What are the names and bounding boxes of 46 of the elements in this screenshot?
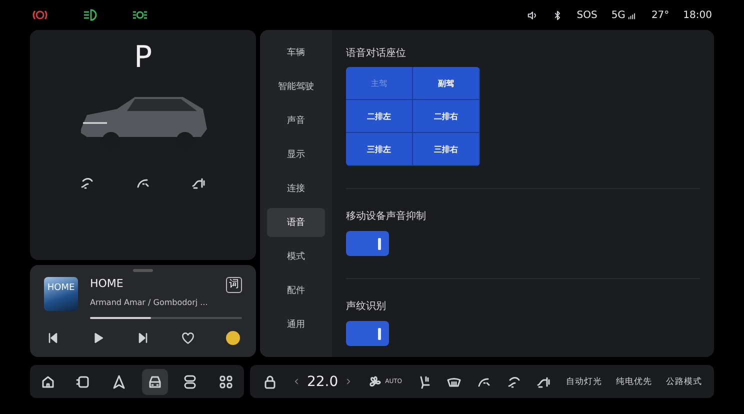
settings-tab[interactable]: 语音 bbox=[267, 208, 325, 237]
door-icon bbox=[75, 374, 92, 390]
settings-tab[interactable]: 模式 bbox=[267, 242, 325, 271]
shortcut-button[interactable]: 纯电优先 bbox=[616, 376, 652, 388]
settings-tab[interactable]: 配件 bbox=[267, 276, 325, 305]
network-label: 5G bbox=[611, 10, 626, 20]
seat-option[interactable]: 三排左 bbox=[346, 133, 413, 166]
lyrics-button[interactable]: 词 bbox=[226, 277, 242, 293]
section-title: 语音对话座位 bbox=[346, 46, 407, 60]
shortcut-button[interactable]: 公路模式 bbox=[666, 376, 702, 388]
navigation-icon bbox=[111, 374, 128, 390]
avatar-circle[interactable] bbox=[226, 331, 240, 345]
next-icon bbox=[136, 331, 150, 345]
car-icon bbox=[146, 374, 163, 390]
seat-option[interactable]: 三排右 bbox=[413, 133, 480, 166]
heart-icon[interactable] bbox=[181, 331, 195, 345]
clock: 18:00 bbox=[683, 10, 712, 20]
previous-icon bbox=[46, 331, 60, 345]
setting-title: 移动设备声音抑制 bbox=[346, 210, 427, 223]
sos-label: SOS bbox=[576, 10, 598, 20]
song-artist: Armand Amar / Gombodorj ... bbox=[90, 297, 208, 308]
cabin-temperature: 22.0 bbox=[306, 374, 338, 390]
settings-tab[interactable]: 智能驾驶 bbox=[267, 72, 325, 101]
tailgate-icon bbox=[79, 175, 95, 191]
gear-indicator: P bbox=[134, 40, 152, 75]
apps-grid-icon bbox=[218, 374, 234, 390]
toggle-switch[interactable] bbox=[346, 231, 389, 256]
song-title: HOME bbox=[90, 277, 124, 290]
dock-button[interactable] bbox=[142, 368, 168, 394]
setting-title: 声纹识别 bbox=[346, 300, 387, 313]
fan-icon bbox=[367, 374, 384, 390]
settings-tab[interactable]: 车辆 bbox=[267, 38, 325, 67]
settings-tab[interactable]: 通用 bbox=[267, 310, 325, 339]
album-cover: HOME bbox=[44, 277, 78, 311]
outside-temperature: 27° bbox=[651, 10, 670, 20]
volume-icon bbox=[526, 10, 538, 20]
seat-option[interactable]: 二排左 bbox=[346, 100, 413, 133]
seat-option[interactable]: 副驾 bbox=[413, 67, 480, 100]
shortcut-button[interactable]: 自动灯光 bbox=[566, 376, 602, 388]
home-icon bbox=[40, 374, 56, 390]
settings-tab[interactable]: 声音 bbox=[267, 106, 325, 135]
settings-tab[interactable]: 连接 bbox=[267, 174, 325, 203]
toggle-switch[interactable] bbox=[346, 321, 389, 346]
settings-tab[interactable]: 显示 bbox=[267, 140, 325, 169]
seat-option[interactable]: 二排右 bbox=[413, 100, 480, 133]
toggle-icon bbox=[182, 374, 198, 390]
